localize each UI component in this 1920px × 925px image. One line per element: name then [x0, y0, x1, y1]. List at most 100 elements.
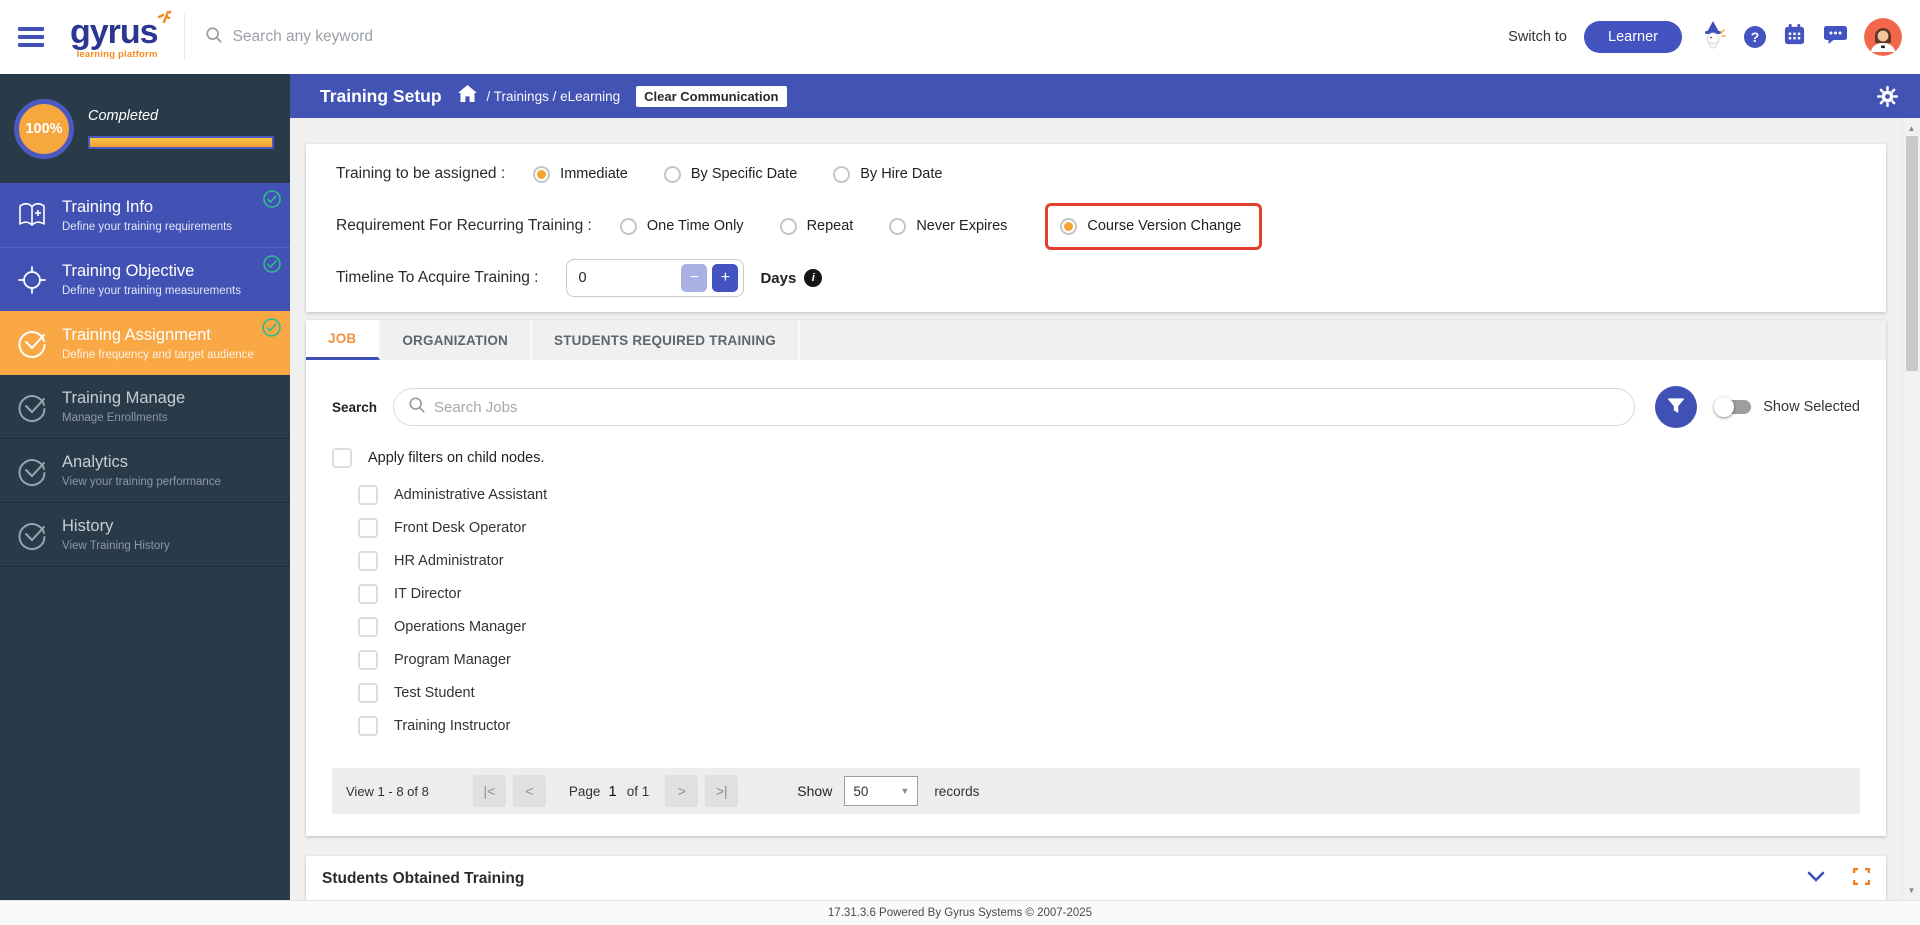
job-checkbox[interactable] — [358, 583, 378, 604]
gyrus-logo[interactable]: gyrus learning platform — [70, 10, 171, 60]
sidebar-item-label: Training Info — [62, 197, 154, 216]
job-checkbox[interactable] — [358, 682, 378, 703]
sidebar-item-training-objective[interactable]: Training Objective Define your training … — [0, 247, 290, 311]
completed-check-icon — [262, 254, 282, 279]
increment-button[interactable]: + — [712, 264, 739, 292]
pagination-bar: View 1 - 8 of 8 |< < Page 1 of 1 > >| Sh… — [332, 768, 1860, 814]
timeline-label: Timeline To Acquire Training : — [336, 269, 539, 286]
filter-button[interactable] — [1655, 386, 1698, 428]
apply-filters-checkbox[interactable] — [332, 448, 352, 468]
settings-gear-icon[interactable] — [1877, 85, 1898, 107]
last-page-button[interactable]: >| — [705, 775, 739, 807]
user-avatar[interactable] — [1864, 18, 1902, 56]
chat-icon[interactable] — [1823, 24, 1847, 51]
radio-one-time-only[interactable]: One Time Only — [619, 217, 744, 235]
next-page-button[interactable]: > — [665, 775, 699, 807]
audience-card: JOB ORGANIZATION STUDENTS REQUIRED TRAIN… — [306, 320, 1886, 836]
show-label: Show — [797, 783, 833, 799]
search-icon — [205, 26, 223, 49]
tab-job[interactable]: JOB — [306, 320, 381, 360]
radio-never-expires[interactable]: Never Expires — [889, 217, 1007, 235]
sidebar-item-training-info[interactable]: Training Info Define your training requi… — [0, 183, 290, 247]
job-checkbox[interactable] — [358, 484, 378, 505]
page-of-label: of 1 — [626, 783, 650, 799]
job-label: Program Manager — [394, 651, 511, 668]
sidebar-item-sub: Define your training measurements — [62, 285, 241, 297]
page-footer: 17.31.3.6 Powered By Gyrus Systems © 200… — [0, 900, 1920, 925]
home-icon[interactable] — [457, 84, 477, 108]
job-row: Administrative Assistant — [358, 478, 1860, 511]
first-page-button[interactable]: |< — [472, 775, 506, 807]
radio-repeat[interactable]: Repeat — [779, 217, 853, 235]
menu-icon[interactable] — [18, 27, 44, 47]
sidebar-item-analytics[interactable]: Analytics View your training performance — [0, 439, 290, 503]
logo-text: gyrus — [70, 12, 159, 51]
job-checkbox[interactable] — [358, 715, 378, 736]
job-checkbox[interactable] — [358, 517, 378, 538]
job-search-input[interactable] — [434, 398, 1621, 416]
breadcrumb[interactable]: / Trainings / eLearning — [487, 89, 621, 104]
sidebar-item-training-manage[interactable]: Training Manage Manage Enrollments — [0, 375, 290, 439]
page-number: 1 — [608, 782, 617, 800]
job-label: Administrative Assistant — [394, 486, 548, 503]
job-row: Training Instructor — [358, 709, 1860, 742]
check-circle-icon — [14, 519, 50, 551]
version-copyright-text: 17.31.3.6 Powered By Gyrus Systems © 200… — [827, 907, 1093, 919]
page-header-bar: Training Setup / Trainings / eLearning C… — [290, 74, 1920, 118]
info-icon[interactable]: i — [804, 269, 823, 287]
calendar-icon[interactable] — [1783, 23, 1806, 51]
scrollbar-thumb[interactable] — [1905, 136, 1918, 371]
course-name-chip: Clear Communication — [636, 85, 787, 107]
completed-check-icon — [262, 189, 282, 214]
sidebar-item-history[interactable]: History View Training History — [0, 503, 290, 567]
progress-bar — [88, 136, 274, 149]
sidebar-item-label: Training Assignment — [62, 325, 211, 344]
job-checkbox[interactable] — [358, 649, 378, 670]
radio-by-specific-date[interactable]: By Specific Date — [663, 165, 797, 183]
assignment-settings-card: Training to be assigned : Immediate By S… — [306, 144, 1886, 312]
radio-immediate[interactable]: Immediate — [533, 165, 628, 183]
search-label: Search — [332, 399, 378, 415]
recurring-label: Requirement For Recurring Training : — [336, 217, 592, 234]
show-selected-toggle[interactable] — [1714, 397, 1752, 417]
tab-students-required-training[interactable]: STUDENTS REQUIRED TRAINING — [532, 320, 800, 360]
target-icon — [14, 265, 50, 295]
scroll-down-icon[interactable]: ▼ — [1908, 882, 1916, 898]
audience-tabs: JOB ORGANIZATION STUDENTS REQUIRED TRAIN… — [306, 320, 1886, 360]
radio-course-version-change[interactable]: Course Version Change — [1060, 217, 1241, 235]
job-label: IT Director — [394, 585, 462, 602]
decrement-button[interactable]: − — [681, 264, 708, 292]
check-circle-icon — [14, 327, 50, 359]
prev-page-button[interactable]: < — [512, 775, 546, 807]
switch-to-learner-button[interactable]: Learner — [1584, 21, 1682, 53]
help-icon[interactable]: ? — [1744, 26, 1766, 48]
wizard-assistant-icon[interactable] — [1699, 20, 1727, 55]
logo-subtext: learning platform — [76, 48, 158, 60]
job-row: HR Administrator — [358, 544, 1860, 577]
header-divider — [183, 14, 185, 60]
job-label: HR Administrator — [394, 552, 504, 569]
chevron-down-icon[interactable] — [1807, 870, 1825, 888]
sidebar-item-training-assignment[interactable]: Training Assignment Define frequency and… — [0, 311, 290, 375]
funnel-icon — [1667, 397, 1685, 418]
radio-by-hire-date[interactable]: By Hire Date — [833, 165, 942, 183]
tab-organization[interactable]: ORGANIZATION — [380, 320, 533, 360]
book-plus-icon — [14, 201, 50, 229]
sidebar-item-sub: Define your training requirements — [62, 220, 233, 233]
timeline-days-input[interactable] — [569, 270, 682, 286]
progress-label: Completed — [88, 108, 159, 124]
job-row: Test Student — [358, 676, 1860, 709]
job-checkbox[interactable] — [358, 550, 378, 571]
course-version-change-highlight-box: Course Version Change — [1045, 202, 1263, 250]
vertical-scrollbar[interactable]: ▲ ▼ — [1902, 118, 1920, 900]
global-search-input[interactable] — [232, 28, 653, 46]
sidebar-item-label: Training Manage — [62, 389, 186, 407]
scroll-up-icon[interactable]: ▲ — [1908, 120, 1916, 136]
sidebar-item-sub: Manage Enrollments — [62, 412, 168, 424]
expand-fullscreen-icon[interactable] — [1852, 867, 1871, 890]
page-size-select[interactable]: 50 ▼ — [844, 776, 919, 806]
job-checkbox[interactable] — [358, 616, 378, 637]
page-size-value: 50 — [853, 783, 869, 799]
sidebar-item-sub: View your training performance — [62, 476, 221, 488]
main-content: Training to be assigned : Immediate By S… — [290, 118, 1902, 900]
